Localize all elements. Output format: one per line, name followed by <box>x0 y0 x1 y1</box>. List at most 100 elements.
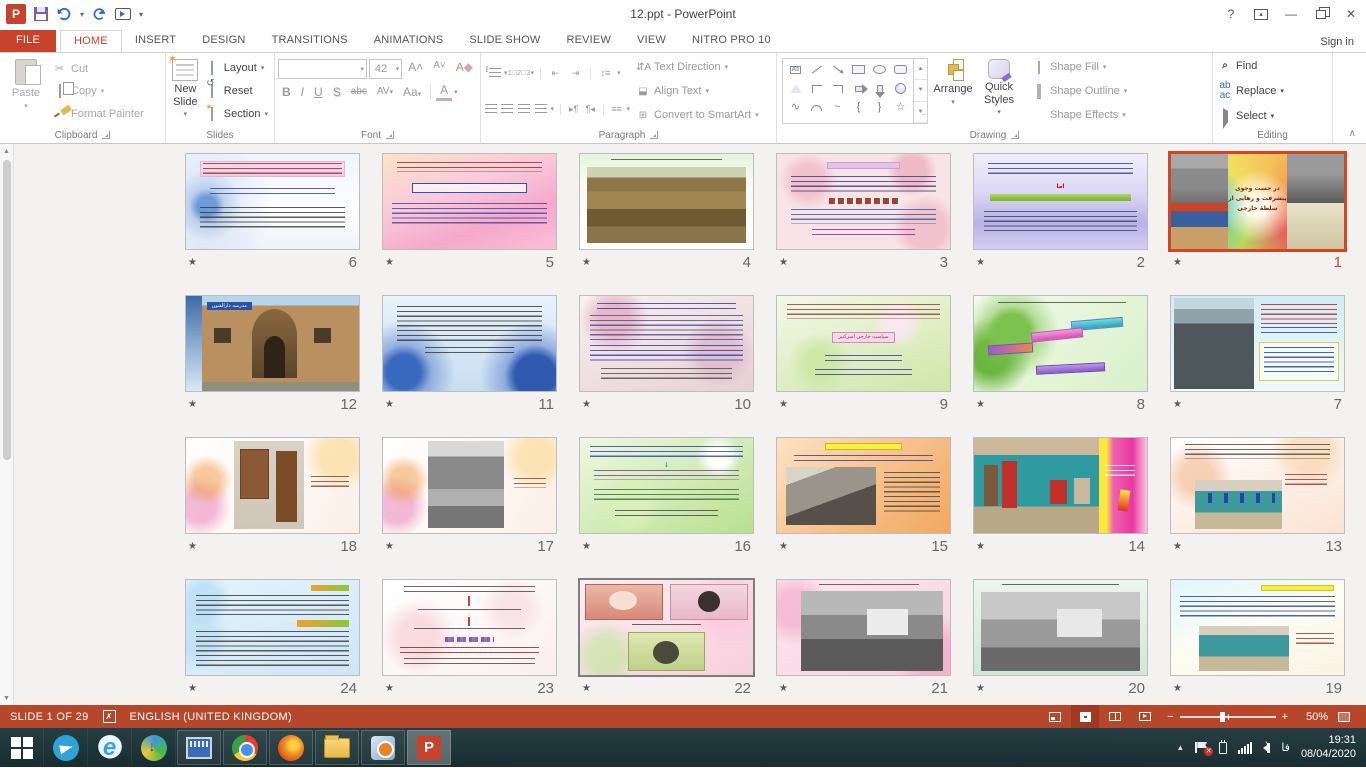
slide-thumbnail-1[interactable]: در جست وجوی پیشرفت و رهایی از سلطهٔ خارج… <box>1171 154 1344 249</box>
slide-thumbnail-3[interactable] <box>777 154 950 249</box>
transition-star-icon[interactable]: ★ <box>188 541 197 552</box>
zoom-slider-thumb[interactable] <box>1220 712 1225 722</box>
language-indicator[interactable]: ENGLISH (UNITED KINGDOM) <box>130 711 292 723</box>
italic-button[interactable]: I <box>297 84 308 100</box>
slide-thumbnail-7[interactable] <box>1171 296 1344 391</box>
tab-file[interactable]: FILE <box>0 30 56 52</box>
font-size-combo[interactable]: 42▾ <box>369 59 402 79</box>
shape-elbow-connector-icon[interactable] <box>812 85 822 93</box>
transition-star-icon[interactable]: ★ <box>188 257 197 268</box>
shape-outline-button[interactable]: Shape Outline▾ <box>1032 85 1127 97</box>
tab-design[interactable]: DESIGN <box>189 30 258 52</box>
slide-thumbnail-18[interactable] <box>186 438 359 533</box>
align-right-button[interactable] <box>517 102 531 117</box>
tab-transitions[interactable]: TRANSITIONS <box>259 30 361 52</box>
tab-review[interactable]: REVIEW <box>553 30 624 52</box>
grow-font-button[interactable]: A˄ <box>404 59 427 79</box>
undo-icon[interactable] <box>56 7 72 21</box>
new-slide-button[interactable]: New Slide ▾ <box>169 55 202 127</box>
taskbar-chrome[interactable] <box>223 730 267 765</box>
shape-block-arrow-down-icon[interactable] <box>877 85 883 93</box>
columns-button[interactable]: ≡≡ <box>610 102 624 117</box>
slide-thumbnail-11[interactable] <box>383 296 556 391</box>
zoom-out-button[interactable]: − <box>1167 711 1173 723</box>
strikethrough-button[interactable]: abc <box>347 85 371 98</box>
paste-dropdown[interactable]: ▾ <box>24 102 28 110</box>
arrange-button[interactable]: Arrange ▾ <box>930 55 976 127</box>
text-shadow-button[interactable]: S <box>329 84 345 100</box>
change-case-button[interactable]: Aa▾ <box>399 84 425 100</box>
line-spacing-button[interactable]: ↕≡ <box>597 66 614 81</box>
power-icon[interactable] <box>1219 742 1227 754</box>
slide-thumbnail-24[interactable] <box>186 580 359 675</box>
collapse-ribbon-button[interactable]: ∧ <box>1349 128 1356 139</box>
tab-animations[interactable]: ANIMATIONS <box>361 30 457 52</box>
clock[interactable]: 19:31 08/04/2020 <box>1301 734 1356 762</box>
shape-triangle-icon[interactable] <box>790 84 802 93</box>
transition-star-icon[interactable]: ★ <box>779 399 788 410</box>
shape-line-icon[interactable] <box>811 65 821 73</box>
bold-button[interactable]: B <box>278 84 295 100</box>
zoom-slider[interactable] <box>1180 716 1276 718</box>
shape-curve-icon[interactable]: ~ <box>834 102 840 113</box>
slide-thumbnail-20[interactable] <box>974 580 1147 675</box>
align-center-button[interactable] <box>501 102 515 117</box>
transition-star-icon[interactable]: ★ <box>1173 257 1182 268</box>
shape-arc-icon[interactable] <box>811 105 822 111</box>
shape-star-icon[interactable]: ☆ <box>896 102 906 113</box>
transition-star-icon[interactable]: ★ <box>385 399 394 410</box>
copy-button[interactable]: Copy▾ <box>49 84 147 98</box>
tab-home[interactable]: HOME <box>60 30 122 52</box>
slide-thumbnail-4[interactable] <box>580 154 753 249</box>
transition-star-icon[interactable]: ★ <box>582 541 591 552</box>
vertical-scrollbar[interactable]: ▲ ▼ <box>0 144 14 705</box>
slide-thumbnail-19[interactable] <box>1171 580 1344 675</box>
numbering-button[interactable]: 1⃫2⃫3 <box>511 66 528 81</box>
underline-button[interactable]: U <box>310 84 327 100</box>
shape-fill-button[interactable]: Shape Fill▾ <box>1032 61 1127 73</box>
shape-rectangle-icon[interactable] <box>852 65 865 74</box>
taskbar-telegram[interactable] <box>44 728 88 767</box>
align-text-button[interactable]: ⬓Align Text▾ <box>636 85 759 97</box>
decrease-indent-button[interactable]: ⇤ <box>547 66 564 81</box>
slide-sorter-view-button[interactable] <box>1071 705 1099 728</box>
cut-button[interactable]: ✂Cut <box>49 61 147 76</box>
character-spacing-button[interactable]: AV▾ <box>373 85 397 98</box>
ribbon-display-options-button[interactable]: ▴ <box>1246 3 1276 25</box>
repeat-icon[interactable] <box>92 7 107 21</box>
customize-quick-access-icon[interactable]: ▾ <box>139 10 143 19</box>
shape-elbow-arrow-connector-icon[interactable] <box>833 85 843 93</box>
transition-star-icon[interactable]: ★ <box>582 683 591 694</box>
slide-thumbnail-5[interactable] <box>383 154 556 249</box>
paste-button[interactable]: Paste ▾ <box>3 55 49 127</box>
font-dialog-launcher[interactable] <box>386 131 394 139</box>
tab-insert[interactable]: INSERT <box>122 30 189 52</box>
replace-button[interactable]: abacReplace▾ <box>1218 81 1284 101</box>
transition-star-icon[interactable]: ★ <box>976 541 985 552</box>
transition-star-icon[interactable]: ★ <box>188 399 197 410</box>
slide-thumbnail-15[interactable] <box>777 438 950 533</box>
clipboard-dialog-launcher[interactable] <box>102 131 110 139</box>
shape-pie-icon[interactable] <box>895 83 906 94</box>
slide-thumbnail-12[interactable]: مدرسه دارالفنون <box>186 296 359 391</box>
slide-thumbnail-23[interactable] <box>383 580 556 675</box>
justify-button[interactable] <box>534 102 548 117</box>
sign-in-link[interactable]: Sign in <box>1320 36 1354 48</box>
transition-star-icon[interactable]: ★ <box>385 257 394 268</box>
layout-button[interactable]: Layout▾ <box>202 61 271 75</box>
align-left-button[interactable] <box>484 102 498 117</box>
right-to-left-button[interactable]: ¶◂ <box>583 102 597 117</box>
shape-effects-button[interactable]: Shape Effects▾ <box>1032 109 1127 121</box>
drawing-dialog-launcher[interactable] <box>1011 131 1019 139</box>
transition-star-icon[interactable]: ★ <box>1173 541 1182 552</box>
slide-thumbnail-17[interactable] <box>383 438 556 533</box>
undo-dropdown[interactable]: ▾ <box>80 10 84 19</box>
transition-star-icon[interactable]: ★ <box>1173 399 1182 410</box>
shape-scribble-icon[interactable]: ∿ <box>791 102 800 113</box>
fit-slide-button[interactable] <box>1330 705 1358 728</box>
bullets-button[interactable] <box>484 66 501 81</box>
transition-star-icon[interactable]: ★ <box>1173 683 1182 694</box>
slide-thumbnail-2[interactable]: اما <box>974 154 1147 249</box>
taskbar-internet-explorer[interactable]: e <box>88 728 132 767</box>
transition-star-icon[interactable]: ★ <box>582 399 591 410</box>
